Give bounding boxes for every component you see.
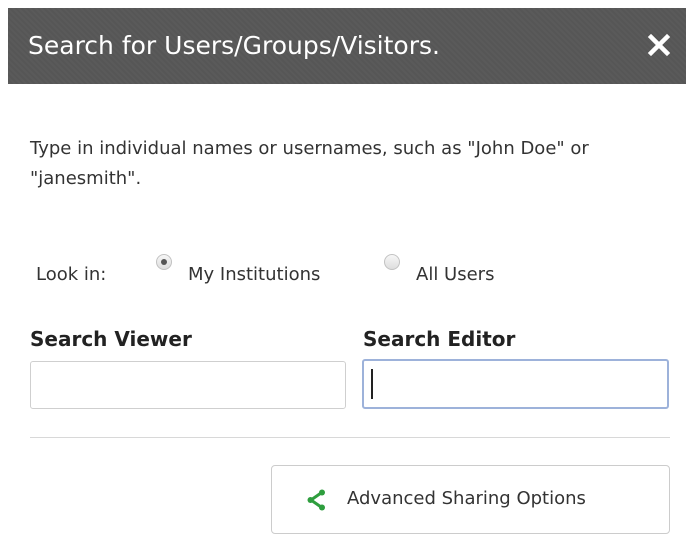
advanced-sharing-options-button[interactable]: Advanced Sharing Options: [271, 465, 670, 534]
search-viewer-input[interactable]: [30, 361, 346, 409]
radio-all-users[interactable]: [384, 254, 400, 270]
radio-label-my-institutions[interactable]: My Institutions: [188, 264, 320, 285]
dialog-titlebar: Search for Users/Groups/Visitors.: [8, 8, 686, 84]
divider: [30, 437, 670, 438]
radio-selected-dot: [161, 259, 167, 265]
search-viewer-label: Search Viewer: [30, 327, 192, 351]
advanced-sharing-label: Advanced Sharing Options: [347, 488, 586, 509]
share-icon: [307, 489, 325, 511]
close-button[interactable]: [640, 26, 678, 64]
look-in-label: Look in:: [36, 264, 107, 285]
text-cursor: [371, 369, 373, 399]
search-editor-input[interactable]: [362, 359, 669, 409]
search-dialog: Search for Users/Groups/Visitors. Type i…: [0, 0, 686, 556]
radio-my-institutions[interactable]: [156, 254, 172, 270]
close-icon: [647, 33, 671, 57]
instructions-text: Type in individual names or usernames, s…: [30, 138, 589, 189]
dialog-title: Search for Users/Groups/Visitors.: [28, 31, 440, 60]
search-editor-label: Search Editor: [363, 327, 516, 351]
radio-label-all-users[interactable]: All Users: [416, 264, 494, 285]
